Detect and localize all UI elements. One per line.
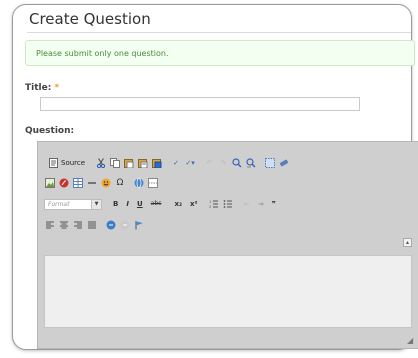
rich-text-editor: Source ✓ ✓▾ ↶ ↷ Ω Format ▼ B I U abc x₂ … xyxy=(37,141,418,349)
image-icon[interactable] xyxy=(44,177,56,189)
table-icon[interactable] xyxy=(72,177,84,189)
title-label-text: Title: xyxy=(25,83,52,93)
replace-icon[interactable] xyxy=(245,157,257,169)
question-textarea[interactable] xyxy=(44,255,412,328)
toolbar-row-3: Format ▼ B I U abc x₂ x² 12 ⇤ ⇥ ❞ xyxy=(44,197,286,211)
source-button[interactable]: Source xyxy=(44,157,88,169)
underline-button[interactable]: U xyxy=(134,198,146,210)
question-label: Question: xyxy=(25,126,75,136)
align-center-icon[interactable] xyxy=(58,219,70,231)
remove-format-icon[interactable] xyxy=(278,157,290,169)
superscript-button[interactable]: x² xyxy=(187,198,201,210)
title-divider xyxy=(27,32,411,33)
toolbar-row-1: Source ✓ ✓▾ ↶ ↷ xyxy=(44,156,297,170)
redo-icon[interactable]: ↷ xyxy=(217,157,229,169)
find-icon[interactable] xyxy=(231,157,243,169)
undo-icon[interactable]: ↶ xyxy=(203,157,215,169)
source-icon xyxy=(47,157,59,169)
source-label: Source xyxy=(61,159,86,167)
outdent-icon[interactable]: ⇤ xyxy=(241,198,253,210)
iframe-icon[interactable] xyxy=(133,177,145,189)
required-marker: * xyxy=(54,83,60,93)
spellcheck-icon[interactable]: ✓ xyxy=(170,157,182,169)
subscript-button[interactable]: x₂ xyxy=(171,198,185,210)
flash-icon[interactable] xyxy=(58,177,70,189)
cut-icon[interactable] xyxy=(95,157,107,169)
align-justify-icon[interactable] xyxy=(86,219,98,231)
indent-icon[interactable]: ⇥ xyxy=(255,198,267,210)
spellcheck-dropdown-icon[interactable]: ✓▾ xyxy=(184,157,196,169)
strike-button[interactable]: abc xyxy=(148,198,165,210)
special-char-icon[interactable]: Ω xyxy=(114,177,126,189)
svg-text:1: 1 xyxy=(209,200,211,204)
collapse-toolbar-button[interactable]: ▴ xyxy=(403,238,412,247)
paste-icon[interactable] xyxy=(123,157,135,169)
align-right-icon[interactable] xyxy=(72,219,84,231)
resize-handle-icon[interactable]: ◢ xyxy=(407,337,415,345)
format-select-value: Format xyxy=(48,200,70,208)
anchor-flag-icon[interactable] xyxy=(133,219,145,231)
create-question-panel: Create Question Please submit only one q… xyxy=(12,4,418,350)
paste-text-icon[interactable] xyxy=(137,157,149,169)
notice-text: Please submit only one question. xyxy=(36,49,169,58)
title-label: Title: * xyxy=(25,83,59,93)
svg-text:2: 2 xyxy=(209,205,211,209)
page-break-icon[interactable] xyxy=(147,177,159,189)
format-select[interactable]: Format ▼ xyxy=(44,198,102,210)
copy-icon[interactable] xyxy=(109,157,121,169)
select-all-icon[interactable] xyxy=(264,157,276,169)
info-notice: Please submit only one question. xyxy=(25,40,415,66)
toolbar-row-4 xyxy=(44,218,152,232)
numbered-list-icon[interactable]: 12 xyxy=(208,198,220,210)
horizontal-rule-icon[interactable] xyxy=(86,177,98,189)
blockquote-button[interactable]: ❞ xyxy=(269,198,279,210)
page-title: Create Question xyxy=(29,10,151,28)
paste-word-icon[interactable] xyxy=(151,157,163,169)
toolbar-row-2: Ω xyxy=(44,176,166,190)
bold-button[interactable]: B xyxy=(110,198,121,210)
link-icon[interactable] xyxy=(105,219,117,231)
align-left-icon[interactable] xyxy=(44,219,56,231)
chevron-down-icon: ▼ xyxy=(91,199,101,209)
unlink-icon[interactable] xyxy=(119,219,131,231)
bulleted-list-icon[interactable] xyxy=(222,198,234,210)
smiley-icon[interactable] xyxy=(100,177,112,189)
italic-button[interactable]: I xyxy=(123,198,132,210)
title-input[interactable] xyxy=(40,97,360,111)
